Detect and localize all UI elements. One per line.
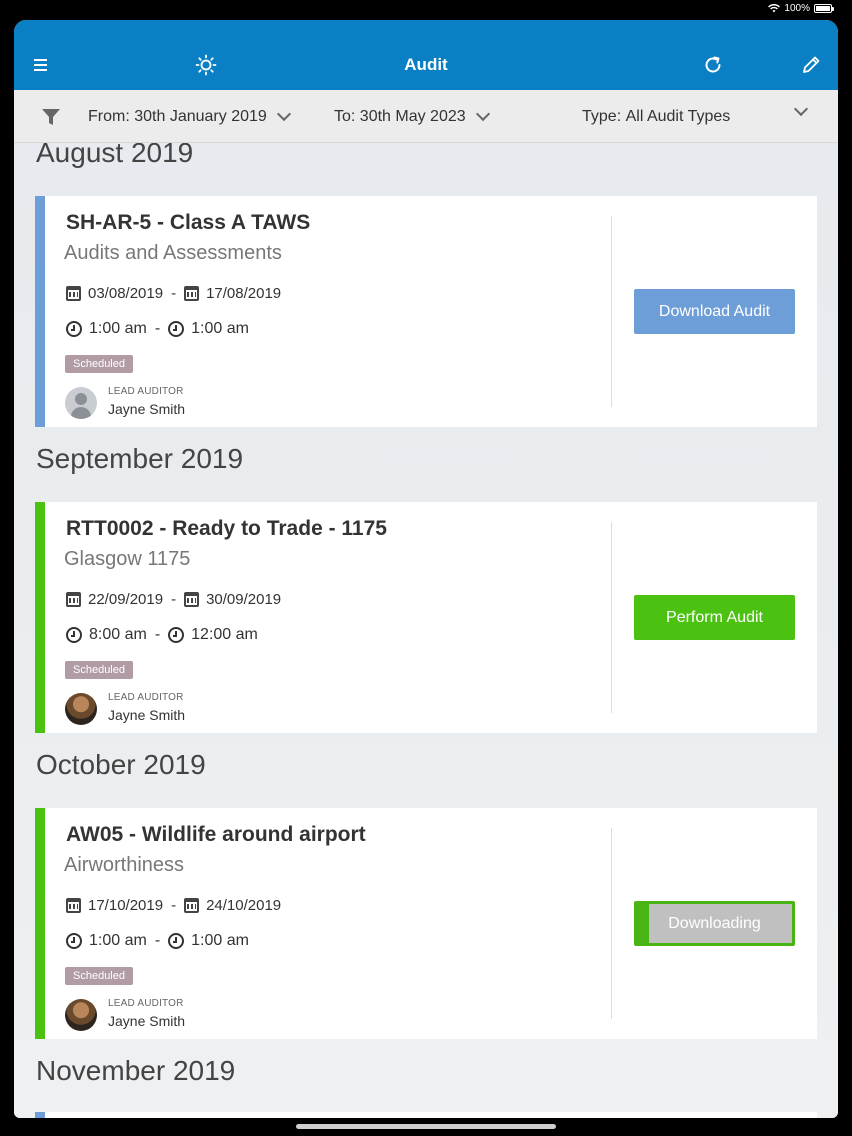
date-separator: - [171,897,177,914]
audit-title: RTT0002 - Ready to Trade - 1175 [66,517,387,540]
home-indicator[interactable] [296,1124,556,1129]
perform-audit-button[interactable]: Perform Audit [634,595,795,640]
audit-title: SH-AR-5 - Class A TAWS [66,211,311,234]
refresh-icon[interactable] [702,54,724,76]
audit-card-partial[interactable] [35,1112,817,1118]
chevron-down-icon[interactable] [793,101,809,117]
to-value: 30th May 2023 [359,108,466,125]
to-date-filter[interactable]: To: 30th May 2023 [334,106,490,126]
avatar [65,693,97,725]
battery-icon [814,4,834,13]
audit-title: AW05 - Wildlife around airport [66,823,366,846]
status-badge: Scheduled [65,355,133,373]
calendar-icon [184,286,200,301]
end-date: 30/09/2019 [206,591,282,608]
audit-card[interactable]: AW05 - Wildlife around airport Airworthi… [35,808,817,1039]
start-time: 1:00 am [89,320,147,337]
type-label: Type: [582,108,622,125]
date-separator: - [171,591,177,608]
month-header: October 2019 [36,749,206,780]
clock-icon [66,321,82,337]
app-screen: Audit From: 30th January 2019 To: 30th M… [14,20,838,1118]
end-date: 24/10/2019 [206,897,282,914]
chevron-down-icon [475,106,490,122]
start-date: 03/08/2019 [88,285,164,302]
calendar-icon [66,592,81,607]
audit-subtitle: Audits and Assessments [64,242,282,264]
edit-icon[interactable] [800,54,822,76]
month-header: November 2019 [36,1055,236,1086]
clock-icon [168,321,185,337]
calendar-icon [184,898,200,913]
calendar-icon [66,898,81,913]
to-label: To: [334,108,356,125]
status-badge: Scheduled [65,967,133,985]
calendar-icon [184,592,200,607]
from-value: 30th January 2019 [134,108,267,125]
calendar-icon [66,286,81,301]
end-time: 1:00 am [191,932,249,949]
date-separator: - [171,285,177,302]
avatar [65,999,97,1031]
lead-auditor-name: Jayne Smith [108,401,186,417]
audit-times: 8:00 am - 12:00 am [66,626,258,644]
lead-auditor-label: LEAD AUDITOR [108,692,184,703]
device-frame: 100% Audit From: 30th January 2019 To: 3… [0,0,852,1136]
month-header: September 2019 [36,443,244,474]
time-separator: - [154,626,161,643]
start-date: 17/10/2019 [88,897,164,914]
card-divider [611,828,612,1019]
audit-card[interactable]: RTT0002 - Ready to Trade - 1175 Glasgow … [35,502,817,733]
lead-auditor-name: Jayne Smith [108,1013,186,1029]
clock-icon [168,627,185,643]
audit-subtitle: Glasgow 1175 [64,548,191,570]
audit-card[interactable]: SH-AR-5 - Class A TAWS Audits and Assess… [35,196,817,427]
end-time: 12:00 am [191,626,258,643]
card-accent [35,808,45,1039]
filter-icon[interactable] [41,107,61,127]
card-accent [35,1112,45,1118]
audit-list[interactable]: August 2019 SH-AR-5 - Class A TAWS Audit… [14,143,838,1118]
battery-percent: 100% [784,3,810,14]
time-separator: - [154,320,161,337]
audit-type-filter[interactable]: Type: All Audit Types [582,108,730,126]
end-time: 1:00 am [191,320,249,337]
downloading-progress-button[interactable]: Downloading [634,901,795,946]
audit-times: 1:00 am - 1:00 am [66,320,249,338]
from-date-filter[interactable]: From: 30th January 2019 [88,106,291,126]
type-value: All Audit Types [625,108,731,125]
audit-subtitle: Airworthiness [64,854,185,876]
filter-bar: From: 30th January 2019 To: 30th May 202… [14,90,838,143]
chevron-down-icon [276,106,291,122]
audit-times: 1:00 am - 1:00 am [66,932,249,950]
download-progress-fill [637,904,650,943]
time-separator: - [154,932,161,949]
card-divider [611,216,612,407]
clock-icon [66,933,82,949]
status-badge: Scheduled [65,661,133,679]
wifi-icon [768,4,781,13]
start-time: 8:00 am [89,626,147,643]
card-divider [611,522,612,713]
start-date: 22/09/2019 [88,591,164,608]
status-bar: 100% [0,0,852,18]
audit-dates: 17/10/2019 - 24/10/2019 [66,897,281,914]
card-accent [35,502,45,733]
clock-icon [168,933,185,949]
audit-dates: 22/09/2019 - 30/09/2019 [66,591,281,608]
month-header: August 2019 [36,143,194,168]
avatar [65,387,97,419]
end-date: 17/08/2019 [206,285,282,302]
from-label: From: [88,108,130,125]
lead-auditor-label: LEAD AUDITOR [108,386,184,397]
top-navigation-bar: Audit [14,20,838,90]
download-audit-button[interactable]: Download Audit [634,289,795,334]
lead-auditor-name: Jayne Smith [108,707,186,723]
start-time: 1:00 am [89,932,147,949]
card-accent [35,196,45,427]
downloading-label: Downloading [668,914,761,932]
lead-auditor-label: LEAD AUDITOR [108,998,184,1009]
audit-dates: 03/08/2019 - 17/08/2019 [66,285,281,302]
clock-icon [66,627,82,643]
